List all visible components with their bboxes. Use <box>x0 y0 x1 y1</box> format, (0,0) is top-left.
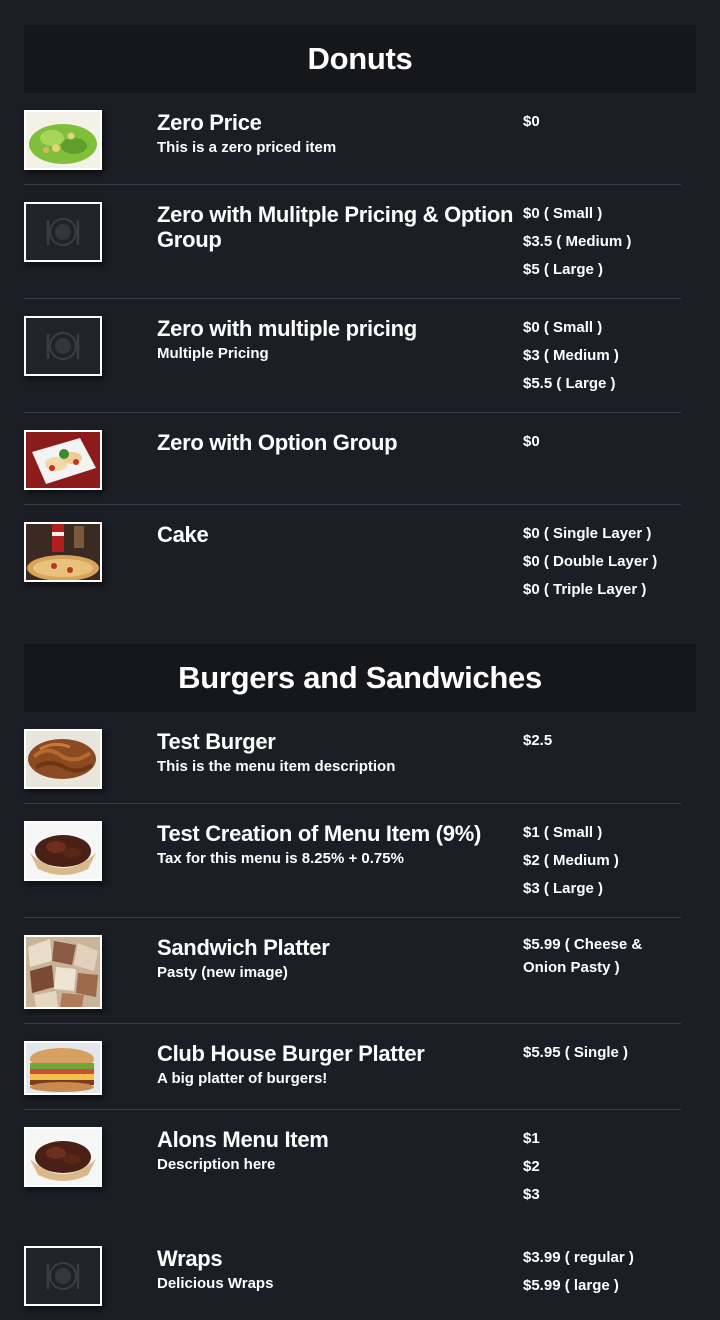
meat-bowl-photo[interactable] <box>24 821 102 881</box>
item-prices: $0 ( Small ) $3 ( Medium ) $5.5 ( Large … <box>523 314 673 398</box>
menu-item[interactable]: Alons Menu Item Description here $1 $2 $… <box>24 1110 681 1229</box>
menu-item[interactable]: Zero with Mulitple Pricing & Option Grou… <box>24 185 681 299</box>
menu-item[interactable]: Club House Burger Platter A big platter … <box>24 1024 681 1110</box>
placeholder-icon[interactable] <box>24 1246 102 1306</box>
item-price: $3 ( Medium ) <box>523 347 619 364</box>
pizza-cola-photo[interactable] <box>24 522 102 582</box>
item-name: Cake <box>157 522 209 547</box>
menu-item[interactable]: Cake $0 ( Single Layer ) $0 ( Double Lay… <box>24 505 681 618</box>
item-price: $0 ( Single Layer ) <box>523 525 652 542</box>
item-price: $0 ( Small ) <box>523 319 603 336</box>
item-name: Test Creation of Menu Item (9%) <box>157 821 481 846</box>
ravioli-photo[interactable] <box>24 430 102 490</box>
item-price: $2 ( Medium ) <box>523 852 619 869</box>
item-price: $1 <box>523 1130 540 1147</box>
item-prices: $1 $2 $3 <box>523 1125 673 1209</box>
item-price: $5.5 ( Large ) <box>523 375 616 392</box>
item-name: Alons Menu Item <box>157 1127 329 1152</box>
item-prices: $0 <box>523 108 673 170</box>
item-prices: $0 <box>523 428 673 490</box>
item-description: Delicious Wraps <box>157 1275 274 1292</box>
item-price: $1 ( Small ) <box>523 824 603 841</box>
item-description: Multiple Pricing <box>157 345 269 362</box>
meat-bowl-photo[interactable] <box>24 1127 102 1187</box>
item-description: Tax for this menu is 8.25% + 0.75% <box>157 850 404 867</box>
item-prices: $0 ( Single Layer ) $0 ( Double Layer ) … <box>523 520 673 604</box>
menu-item[interactable]: Zero with multiple pricing Multiple Pric… <box>24 299 681 413</box>
item-prices: $5.99 ( Cheese & Onion Pasty ) <box>523 933 673 1009</box>
item-prices: $3.99 ( regular ) $5.99 ( large ) <box>523 1244 673 1306</box>
item-name: Wraps <box>157 1246 223 1271</box>
item-name: Test Burger <box>157 729 276 754</box>
item-description: Description here <box>157 1156 276 1173</box>
item-prices: $2.5 <box>523 727 673 789</box>
menu-item[interactable]: Wraps Delicious Wraps $3.99 ( regular ) … <box>24 1229 681 1320</box>
item-name: Zero with Option Group <box>157 430 398 455</box>
placeholder-icon[interactable] <box>24 316 102 376</box>
section-items-donuts: Zero Price This is a zero priced item $0… <box>24 93 696 618</box>
item-price: $0 <box>523 433 540 450</box>
item-name: Sandwich Platter <box>157 935 330 960</box>
item-price: $0 ( Double Layer ) <box>523 553 658 570</box>
burger-photo[interactable] <box>24 1041 102 1095</box>
item-price: $0 <box>523 113 540 130</box>
item-price: $5.99 ( Cheese & Onion Pasty ) <box>523 936 643 976</box>
item-price: $0 ( Small ) <box>523 205 603 222</box>
menu-item[interactable]: Test Creation of Menu Item (9%) Tax for … <box>24 804 681 918</box>
item-name: Zero with Mulitple Pricing & Option Grou… <box>157 202 514 252</box>
section-header-burgers-and-sandwiches: Burgers and Sandwiches <box>24 644 696 712</box>
item-description: This is the menu item description <box>157 758 396 775</box>
menu-item[interactable]: Test Burger This is the menu item descri… <box>24 712 681 804</box>
item-price: $5.95 ( Single ) <box>523 1044 629 1061</box>
item-price: $3 <box>523 1186 540 1203</box>
item-name: Zero with multiple pricing <box>157 316 417 341</box>
item-price: $3.99 ( regular ) <box>523 1249 634 1266</box>
item-price: $3 ( Large ) <box>523 880 604 897</box>
item-description: A big platter of burgers! <box>157 1070 328 1087</box>
item-prices: $1 ( Small ) $2 ( Medium ) $3 ( Large ) <box>523 819 673 903</box>
item-price: $2 <box>523 1158 540 1175</box>
menu-item[interactable]: Sandwich Platter Pasty (new image) $5.99… <box>24 918 681 1024</box>
item-prices: $5.95 ( Single ) <box>523 1039 673 1095</box>
menu-page: Donuts Zero Price This is a zero priced … <box>0 0 720 1320</box>
item-price: $5.99 ( large ) <box>523 1277 619 1294</box>
salad-photo[interactable] <box>24 110 102 170</box>
section-header-donuts: Donuts <box>24 25 696 93</box>
item-price: $2.5 <box>523 732 553 749</box>
item-description: Pasty (new image) <box>157 964 288 981</box>
item-description: This is a zero priced item <box>157 139 337 156</box>
item-price: $0 ( Triple Layer ) <box>523 581 647 598</box>
placeholder-icon[interactable] <box>24 202 102 262</box>
item-name: Club House Burger Platter <box>157 1041 425 1066</box>
item-prices: $0 ( Small ) $3.5 ( Medium ) $5 ( Large … <box>523 200 673 284</box>
item-price: $5 ( Large ) <box>523 261 604 278</box>
item-price: $3.5 ( Medium ) <box>523 233 632 250</box>
section-items-burgers-and-sandwiches: Test Burger This is the menu item descri… <box>24 712 696 1320</box>
menu-item[interactable]: Zero Price This is a zero priced item $0 <box>24 93 681 185</box>
item-name: Zero Price <box>157 110 262 135</box>
sandwich-platter-photo[interactable] <box>24 935 102 1009</box>
pulled-meat-photo[interactable] <box>24 729 102 789</box>
menu-item[interactable]: Zero with Option Group $0 <box>24 413 681 505</box>
